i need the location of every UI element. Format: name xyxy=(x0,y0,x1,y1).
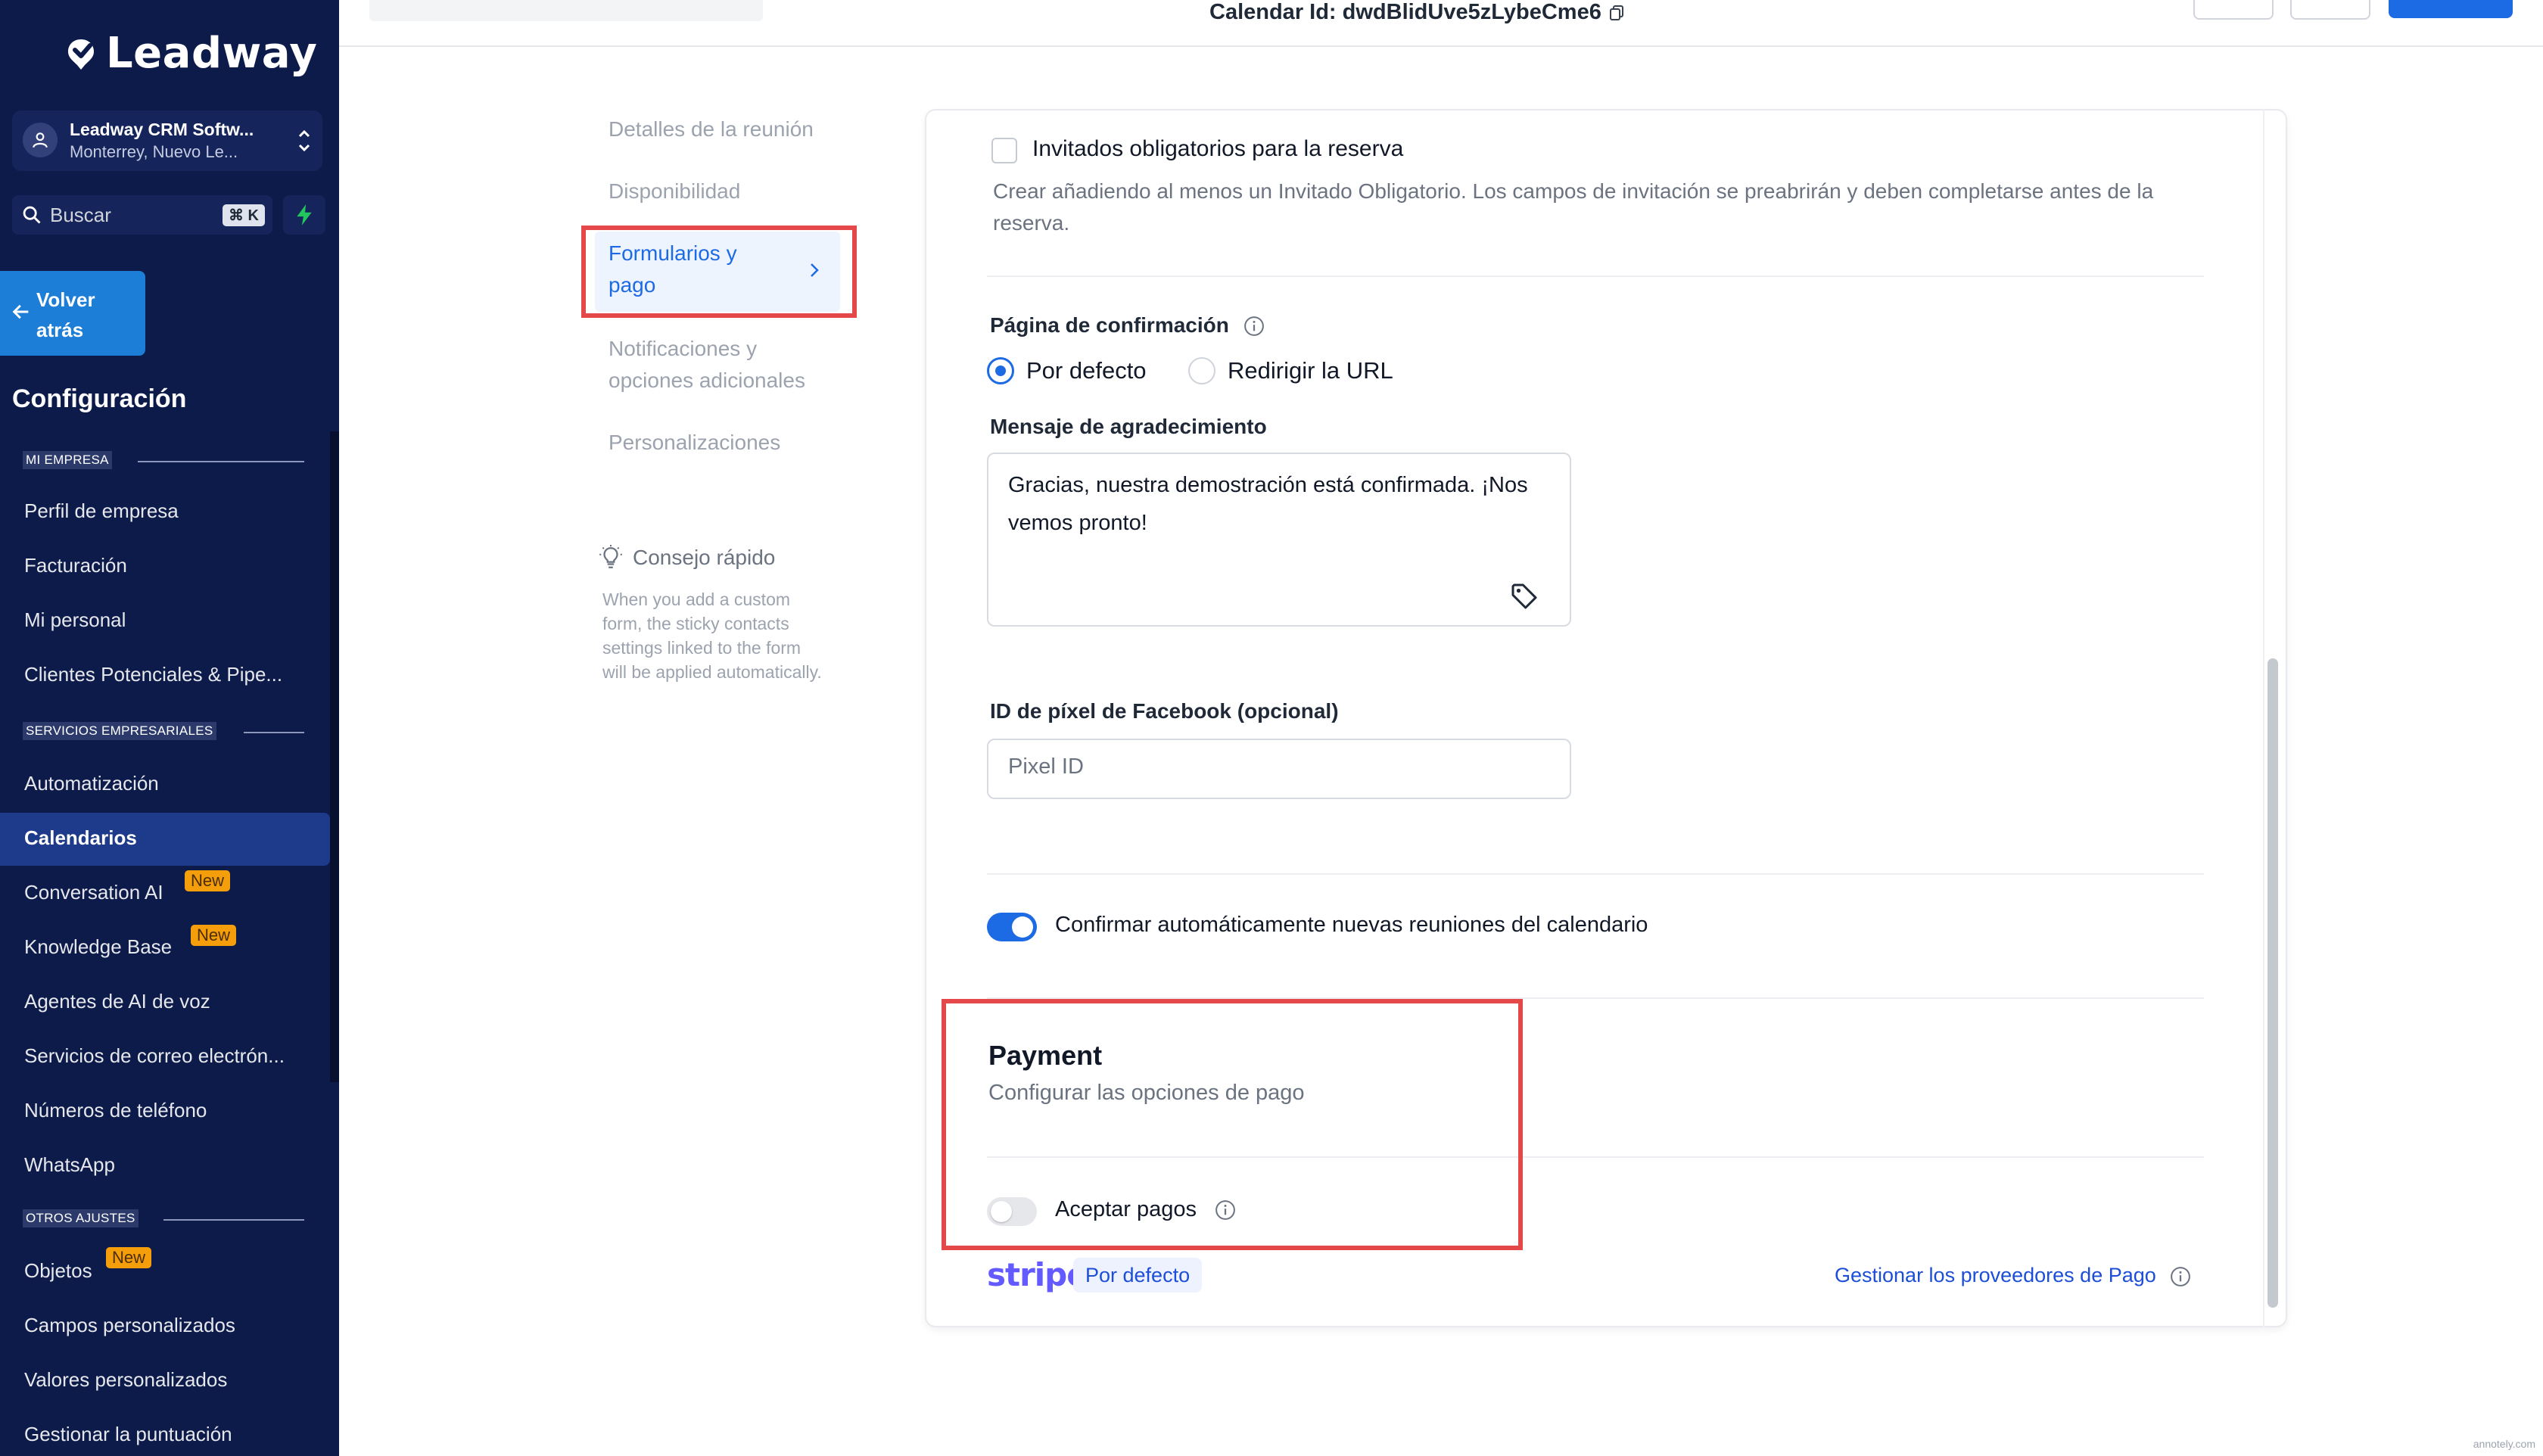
sidebar-search[interactable]: Buscar ⌘ K xyxy=(12,195,272,235)
new-badge: New xyxy=(185,870,231,891)
lightbulb-icon xyxy=(599,545,622,568)
header-button-2[interactable] xyxy=(2290,0,2370,20)
guests-required-help: Crear añadiendo al menos un Invitado Obl… xyxy=(993,179,2154,235)
card-scroll-track xyxy=(2263,109,2264,1327)
sidebar-item-clientes-potenciales[interactable]: Clientes Potenciales & Pipe... xyxy=(24,663,282,686)
leadway-logo-icon xyxy=(68,39,94,70)
search-shortcut: ⌘ K xyxy=(223,204,265,226)
section-divider xyxy=(138,461,304,462)
account-location: Monterrey, Nuevo Le... xyxy=(70,142,238,161)
confirmation-page-label: Página de confirmación xyxy=(990,313,1229,337)
step-disponibilidad[interactable]: Disponibilidad xyxy=(609,176,740,207)
section-label-servicios: SERVICIOS EMPRESARIALES xyxy=(23,722,216,740)
sidebar-item-valores-personalizados[interactable]: Valores personalizados xyxy=(24,1368,227,1392)
radio-por-defecto-label: Por defecto xyxy=(1026,357,1147,384)
radio-redirigir-url-label: Redirigir la URL xyxy=(1228,357,1393,384)
card-scrollbar[interactable] xyxy=(2268,658,2278,1308)
sidebar-item-knowledge-base[interactable]: Knowledge Base xyxy=(24,935,172,959)
lightning-icon xyxy=(297,204,312,226)
manage-payment-providers-label: Gestionar los proveedores de Pago xyxy=(1835,1264,2156,1286)
guests-required-checkbox[interactable] xyxy=(991,138,1017,163)
stripe-logo: stripe xyxy=(987,1256,1088,1293)
calendar-id-text: Calendar Id: dwdBlidUve5zLybeCme6 xyxy=(1209,0,1601,24)
back-button[interactable]: Volver atrás xyxy=(0,271,145,356)
sidebar-item-perfil-empresa[interactable]: Perfil de empresa xyxy=(24,499,179,523)
sidebar-item-campos-personalizados[interactable]: Campos personalizados xyxy=(24,1314,235,1337)
new-badge: New xyxy=(106,1247,152,1268)
sidebar-item-numeros-telefono[interactable]: Números de teléfono xyxy=(24,1099,207,1122)
search-icon xyxy=(23,206,41,224)
search-placeholder: Buscar xyxy=(50,204,111,226)
pixel-id-field[interactable] xyxy=(987,739,1571,799)
thank-you-textarea[interactable]: Gracias, nuestra demostración está confi… xyxy=(987,453,1571,627)
account-name: Leadway CRM Softw... xyxy=(70,120,254,139)
auto-confirm-label: Confirmar automáticamente nuevas reunion… xyxy=(1055,913,1648,937)
sidebar-item-correo[interactable]: Servicios de correo electrón... xyxy=(24,1044,285,1068)
highlight-box-steps xyxy=(581,226,857,318)
info-icon[interactable] xyxy=(1243,315,1265,338)
section-label-otros-ajustes: OTROS AJUSTES xyxy=(23,1209,139,1227)
settings-title: Configuración xyxy=(12,384,187,413)
chevron-up-down-icon xyxy=(298,129,310,152)
highlight-box-payment xyxy=(942,999,1523,1250)
quick-tip-title: Consejo rápido xyxy=(633,546,776,569)
quick-tip-body: When you add a custom form, the sticky c… xyxy=(602,590,822,682)
sidebar-item-conversation-ai[interactable]: Conversation AI xyxy=(24,881,163,904)
thank-you-text: Gracias, nuestra demostración está confi… xyxy=(1008,473,1528,535)
divider xyxy=(987,275,2204,277)
sidebar-item-agentes-ai-voz[interactable]: Agentes de AI de voz xyxy=(24,990,210,1013)
info-icon[interactable] xyxy=(2169,1265,2192,1288)
step-personalizaciones[interactable]: Personalizaciones xyxy=(609,427,780,459)
sidebar-item-automatizacion[interactable]: Automatización xyxy=(24,772,159,795)
quick-tip: Consejo rápido xyxy=(598,545,775,571)
radio-por-defecto[interactable] xyxy=(987,357,1014,384)
tag-icon[interactable] xyxy=(1509,581,1539,611)
header-primary-button[interactable] xyxy=(2389,0,2513,18)
watermark: annotely.com xyxy=(2473,1438,2535,1450)
sidebar-item-objetos[interactable]: Objetos xyxy=(24,1259,92,1283)
account-switcher[interactable]: Leadway CRM Softw... Monterrey, Nuevo Le… xyxy=(12,110,322,171)
section-divider xyxy=(244,732,304,733)
arrow-left-icon xyxy=(12,304,29,319)
copy-icon[interactable] xyxy=(1608,4,1626,22)
sidebar-item-mi-personal[interactable]: Mi personal xyxy=(24,608,126,632)
manage-payment-providers-link[interactable]: Gestionar los proveedores de Pago xyxy=(1835,1264,2192,1288)
logo-text: Leadway xyxy=(106,29,318,78)
thank-you-label: Mensaje de agradecimiento xyxy=(990,415,1267,438)
pixel-label: ID de píxel de Facebook (opcional) xyxy=(990,699,1339,723)
divider xyxy=(987,873,2204,875)
sidebar-item-facturacion[interactable]: Facturación xyxy=(24,554,127,577)
pixel-id-input[interactable] xyxy=(1007,754,1536,780)
top-bar-tab-placeholder xyxy=(369,0,763,21)
sidebar-item-gestionar-puntuacion[interactable]: Gestionar la puntuación xyxy=(24,1423,232,1446)
step-detalles-reunion[interactable]: Detalles de la reunión xyxy=(609,114,814,145)
section-label-mi-empresa: MI EMPRESA xyxy=(23,451,112,469)
section-divider xyxy=(163,1219,304,1221)
sidebar-item-calendarios-label: Calendarios xyxy=(24,826,137,849)
sidebar: Leadway Leadway CRM Softw... Monterrey, … xyxy=(0,0,339,1456)
leadway-logo[interactable]: Leadway xyxy=(62,29,317,78)
header-button-1[interactable] xyxy=(2193,0,2274,20)
radio-redirigir-url[interactable] xyxy=(1188,357,1215,384)
sidebar-scrollbar[interactable] xyxy=(330,431,339,1082)
step-notificaciones[interactable]: Notificaciones y opciones adicionales xyxy=(609,333,836,397)
guests-required-label: Invitados obligatorios para la reserva xyxy=(1032,136,1404,161)
provider-default-badge: Por defecto xyxy=(1073,1258,1203,1293)
auto-confirm-toggle[interactable] xyxy=(987,913,1037,941)
sidebar-item-whatsapp[interactable]: WhatsApp xyxy=(24,1153,115,1177)
quick-action-button[interactable] xyxy=(283,195,325,235)
calendar-id: Calendar Id: dwdBlidUve5zLybeCme6 xyxy=(1209,0,1626,25)
account-avatar-icon xyxy=(23,123,58,157)
back-label: Volver atrás xyxy=(36,288,95,341)
new-badge: New xyxy=(191,925,237,946)
